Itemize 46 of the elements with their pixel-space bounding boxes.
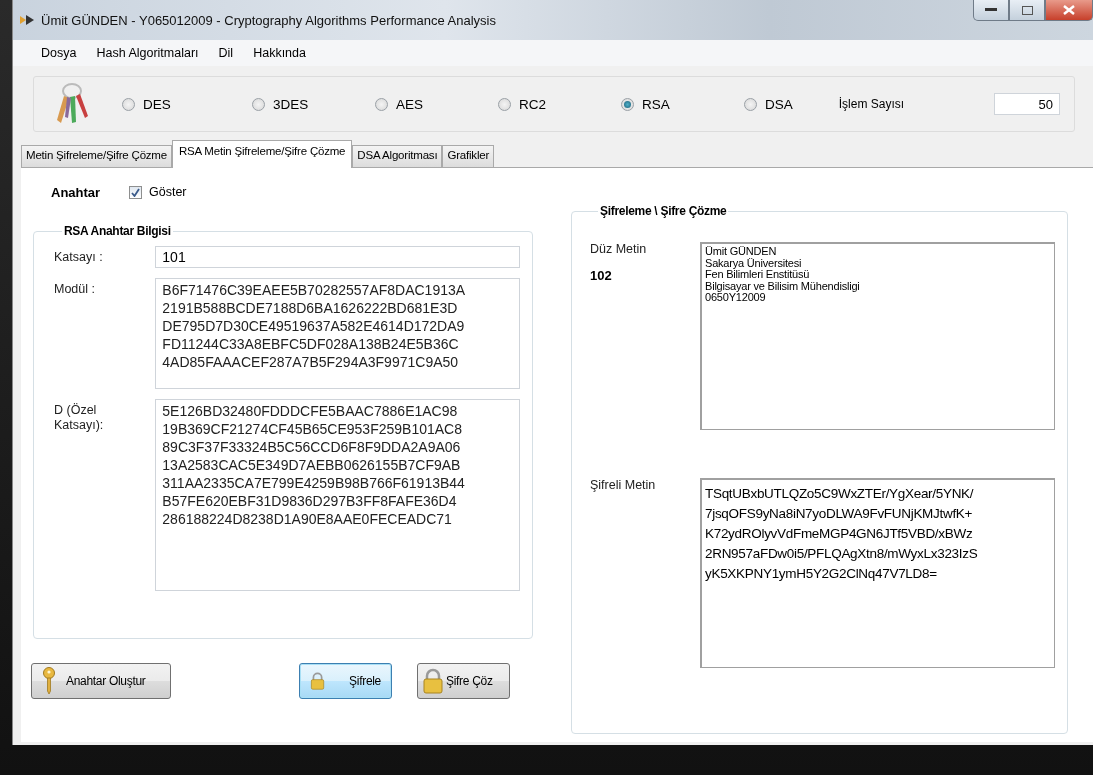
algorithm-radio[interactable]: RC2 [498,96,621,112]
menu-item[interactable]: Dil [210,44,242,62]
modulus-field[interactable]: B6F71476C39EAEE5B70282557AF8DAC1913A 2191B588BCDE7188D6BA1626222BD681E3D DE795D7D30CE49519637A582E4614D172DA9 FD11244C33A8EBFC5DF028A138B24E5B36C 4AD85FAAACEF287A7B5F294A3F9971C9A50 [155,278,520,389]
show-label: Göster [149,185,187,199]
menu-item[interactable]: Hakkında [245,44,314,62]
keys-icon [54,82,90,126]
tab[interactable]: RSA Metin Şifreleme/Şifre Çözme [171,140,353,168]
operation-count-field[interactable]: 50 [994,93,1060,115]
algorithm-radio[interactable]: DSA [744,96,793,112]
key-icon [42,667,56,695]
private-exponent-field[interactable]: 5E126BD32480FDDDCFE5BAAC7886E1AC98 19B369CF21274CF45B65CE953F259B101AC8 89C3F37F33324B5C56CCD6F8F9DDA2A9A06 13A2583CAC5E349D7AEBB0626155B7CF9AB 311AA2335CA7E799E4259B98B766F61913B44 B57FE620EBF31D9836D297B3FF8FAFE36D4 286188224D8238D1A90E8AAE0FECEADC71 [155,399,520,591]
minimize-button[interactable] [973,0,1009,21]
maximize-button[interactable] [1009,0,1045,21]
private-exponent-label: D (Özel Katsayı): [54,402,105,434]
minimize-icon [985,8,997,12]
window-title: Ümit GÜNDEN - Y065012009 - Cryptography Algorithms Performance Analysis [41,12,496,28]
algorithm-radio[interactable]: 3DES [252,96,375,112]
maximize-icon [1021,5,1033,15]
group-title: Şifreleme \ Şifre Çözme [599,204,728,218]
menu-item[interactable]: Dosya [33,44,85,62]
tab[interactable]: DSA Algoritması [352,145,443,167]
cipher-text-field[interactable]: TSqtUBxbUTLQZo5C9WxZTEr/YgXear/5YNK/ 7jsqOFS9yNa8iN7yoDLWA9FvFUNjKMJtwfK+ K72ydROlyvVdFmeMGP4GN6JTf5VBD/xBWz 2RN957aFDw0i5/PFLQAgXtn8/mWyxLx323IzS yK5XKPNY1ymH5Y2G2ClNq47V7LD8= [700,478,1055,668]
exponent-field[interactable]: 101 [155,246,520,268]
group-title: RSA Anahtar Bilgisi [63,224,172,238]
key-label: Anahtar [51,184,102,200]
padlock-icon [422,668,444,694]
decrypt-button[interactable]: Şifre Çöz [417,663,510,699]
tab[interactable]: Metin Şifreleme/Şifre Çözme [21,145,172,167]
tab[interactable]: Grafikler [442,145,495,167]
modulus-label: Modül : [54,281,96,298]
plain-text-field[interactable]: Ümit GÜNDEN Sakarya Üniversitesi Fen Bilimleri Enstitüsü Bilgisayar ve Bilisim Mühendisligi 0650Y12009 [700,242,1055,430]
character-count: 102 [590,268,613,283]
algorithm-radio[interactable]: RSA [621,96,744,112]
app-icon [19,13,35,27]
algorithm-radio[interactable]: DES [122,96,252,112]
encrypt-button[interactable]: Şifrele [299,663,392,699]
close-button[interactable] [1045,0,1093,21]
cipher-text-label: Şifreli Metin [590,478,657,492]
plain-text-label: Düz Metin [590,242,648,256]
generate-key-button[interactable]: Anahtar Oluştur [31,663,171,699]
algorithm-radio[interactable]: AES [375,96,498,112]
menu-item[interactable]: Hash Algoritmaları [88,44,207,62]
operation-count-label: İşlem Sayısı [838,97,905,111]
show-checkbox[interactable] [129,185,142,199]
close-icon [1063,5,1075,15]
exponent-label: Katsayı : [54,249,104,266]
